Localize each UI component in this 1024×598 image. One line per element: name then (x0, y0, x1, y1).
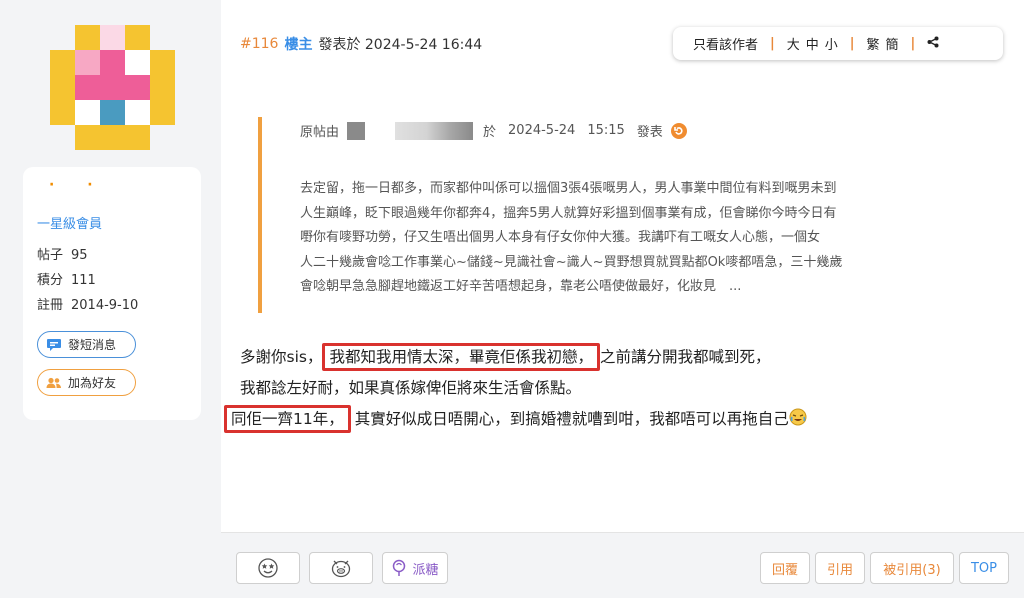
font-size-button[interactable]: 大中小 (787, 34, 844, 53)
quote-suffix: 發表 (636, 125, 663, 140)
post-count: 帖子 95 (37, 244, 88, 263)
floor-number[interactable]: #116 (240, 36, 278, 52)
quote-header: 原帖由 於 2024-5-24 15:15 發表 (300, 121, 687, 140)
author-only-button[interactable]: 只看該作者 (693, 34, 758, 53)
reply-text: 其實好似成日唔開心，到搞婚禮就嘈到咁，我都唔可以再拖自己 (354, 410, 789, 428)
rank-dots: · · (49, 177, 107, 193)
post-timestamp: 發表於 2024-5-24 16:44 (318, 37, 483, 53)
post-toolbar: 只看該作者 | 大中小 | 繁簡 | (673, 27, 1003, 60)
quote-line: 去定留，拖一日都多，而家都仲叫係可以搵個3張4張嘅男人，男人事業中間位有料到嘅男… (300, 181, 837, 196)
script-toggle-button[interactable]: 繁簡 (867, 34, 905, 53)
avatar[interactable] (50, 25, 175, 150)
reply-line: 我都諗左好耐，如果真係嫁俾佢將來生活會係點。 (240, 373, 980, 404)
go-to-original-icon[interactable] (670, 122, 687, 139)
redacted-username (347, 121, 366, 140)
candy-button[interactable]: 派糖 (382, 552, 448, 584)
quote-at: 於 (483, 125, 497, 140)
highlighted-text: 我都知我用情太深，畢竟佢係我初戀， (322, 343, 600, 371)
points: 積分 111 (37, 269, 96, 288)
points-value: 111 (71, 273, 96, 288)
candy-icon (393, 559, 406, 576)
quote-line: 人生巔峰，眨下眼過幾年你都奔4，搵奔5男人就算好彩搵到個事業有成，佢會睇你今時今… (300, 205, 837, 221)
quote-line: 嘢你有嘜野功勞，仔又生唔出個男人本身有仔女你仲大獲。我講吓有工嘅女人心態，一個女 (300, 230, 821, 245)
reply-text: 多謝你sis， (240, 348, 323, 366)
toolbar-divider: | (770, 36, 775, 51)
post-count-value[interactable]: 95 (71, 248, 88, 263)
crying-laugh-emoji-icon (789, 408, 807, 426)
quote-prefix: 原帖由 (300, 125, 340, 140)
toolbar-divider: | (849, 36, 855, 51)
reply-text: 之前講分開我都喊到死， (599, 348, 771, 366)
toolbar-divider: | (910, 36, 916, 51)
quote-button[interactable]: 引用 (815, 552, 865, 584)
thread-owner-label: 樓主 (284, 37, 313, 53)
quote-line: 會唸朝早急急腳趕地鐵返工好辛苦唔想起身，靠老公唔使做最好，化妝見 ... (300, 279, 742, 294)
quote-date: 2024-5-24 (508, 123, 576, 138)
share-icon (927, 36, 939, 47)
send-message-label: 發短消息 (68, 338, 117, 352)
quote-line: 人二十幾歲會唸工作事業心~儲錢~見識社會~識人~買野想買就買點都Ok嘜都唔急，三… (300, 254, 843, 270)
pig-reaction-button[interactable] (309, 552, 373, 584)
reply-line: 多謝你sis， 我都知我用情太深，畢竟佢係我初戀， 之前講分開我都喊到死， (240, 342, 980, 373)
pig-face-icon (331, 560, 351, 578)
rate-button[interactable] (236, 552, 300, 584)
post-footer: 派糖 回覆 引用 被引用(3) TOP (221, 532, 1024, 598)
post-header: #116 樓主 發表於 2024-5-24 16:44 (240, 34, 482, 54)
registered-label: 註冊 (37, 298, 64, 313)
star-eyes-face-icon (258, 558, 278, 578)
candy-label: 派糖 (412, 562, 439, 578)
quoted-post: 原帖由 於 2024-5-24 15:15 發表 去定留，拖一日都多，而家都仲叫… (258, 117, 998, 313)
add-friend-icon (46, 377, 61, 388)
redacted-username (395, 121, 474, 140)
add-friend-label: 加為好友 (68, 376, 117, 390)
author-sidebar: · · 一星級會員 帖子 95 積分 111 註冊 2014-9-10 發短消息 加為… (0, 0, 221, 598)
quote-body: 去定留，拖一日都多，而家都仲叫係可以搵個3張4張嘅男人，男人事業中間位有料到嘅男… (300, 177, 980, 300)
quoted-by-button[interactable]: 被引用(3) (870, 552, 954, 584)
quote-time: 15:15 (587, 123, 625, 138)
share-button[interactable] (927, 36, 939, 52)
back-to-top-button[interactable]: TOP (959, 552, 1009, 584)
add-friend-button[interactable]: 加為好友 (37, 369, 136, 396)
reply-text: 我都諗左好耐，如果真係嫁俾佢將來生活會係點。 (240, 379, 582, 397)
member-rank[interactable]: 一星級會員 (37, 213, 102, 232)
message-icon (47, 338, 61, 351)
send-message-button[interactable]: 發短消息 (37, 331, 136, 358)
registration-date: 註冊 2014-9-10 (37, 294, 138, 313)
points-label: 積分 (37, 273, 64, 288)
post-count-label: 帖子 (37, 248, 64, 263)
reply-button[interactable]: 回覆 (760, 552, 810, 584)
reply-line: 同佢一齊11年， 其實好似成日唔開心，到搞婚禮就嘈到咁，我都唔可以再拖自己 (224, 404, 980, 435)
profile-card: · · 一星級會員 帖子 95 積分 111 註冊 2014-9-10 發短消息 加為… (23, 167, 201, 420)
highlighted-text: 同佢一齊11年， (224, 405, 351, 433)
registered-value: 2014-9-10 (71, 298, 139, 313)
post-content: 多謝你sis， 我都知我用情太深，畢竟佢係我初戀， 之前講分開我都喊到死， 我都諗左… (224, 342, 980, 435)
